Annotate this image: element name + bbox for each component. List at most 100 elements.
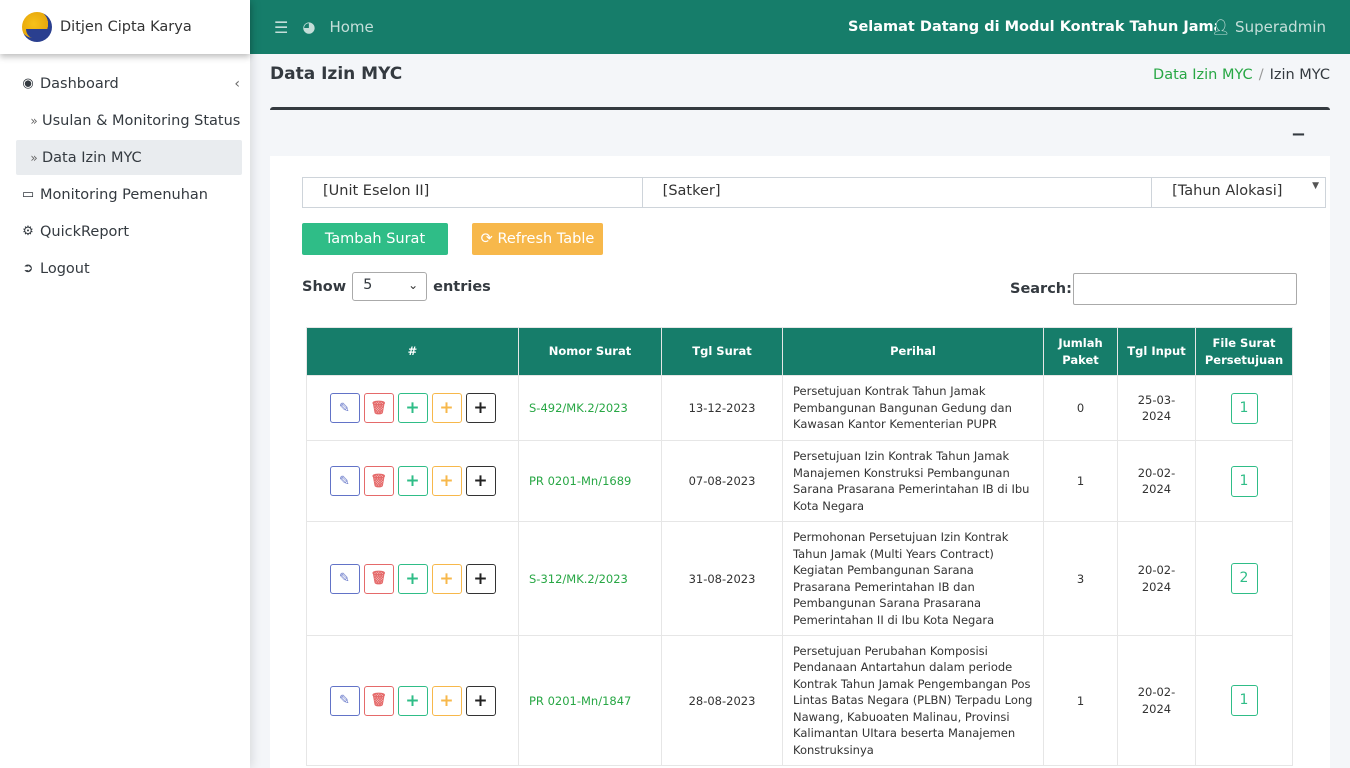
delete-button[interactable]: 🗑︎	[363, 393, 394, 423]
breadcrumb-link[interactable]: Data Izin MYC	[1153, 67, 1253, 83]
tambah-surat-button[interactable]: Tambah Surat	[302, 223, 448, 255]
cell-nomor-surat: PR 0201-Mn/1847	[518, 635, 662, 766]
cell-tgl-input: 20-02-2024	[1117, 635, 1196, 766]
entries-length-control: Show 5 ⌄ entries	[302, 272, 491, 301]
add-orange-button[interactable]: +	[431, 393, 462, 423]
cell-jumlah-paket: 0	[1043, 375, 1118, 441]
col-header-nomor-surat[interactable]: Nomor Surat	[518, 327, 662, 376]
cell-tgl-input: 20-02-2024	[1117, 440, 1196, 522]
breadcrumb: Data Izin MYC / Izin MYC	[1153, 67, 1330, 83]
refresh-icon: ⟳	[480, 231, 493, 247]
topbar: ☰ ◕ Home Selamat Datang di Modul Kontrak…	[250, 0, 1350, 54]
sidebar-item-data-izin-myc[interactable]: » Data Izin MYC	[16, 140, 242, 175]
table-row: ✎ 🗑︎ + + + PR 0201-Mn/1847 28-08-2023 Pe…	[306, 635, 1293, 766]
tahun-alokasi-value: [Tahun Alokasi]	[1172, 183, 1283, 199]
chevron-down-icon: ⌄	[408, 278, 419, 292]
search-input[interactable]	[1073, 273, 1297, 305]
cell-nomor-surat: S-492/MK.2/2023	[518, 375, 662, 441]
table-row: ✎ 🗑︎ + + + PR 0201-Mn/1689 07-08-2023 Pe…	[306, 440, 1293, 522]
table-row: ✎ 🗑︎ + + + S-492/MK.2/2023 13-12-2023 Pe…	[306, 375, 1293, 441]
sidebar-item-usulan[interactable]: » Usulan & Monitoring Status	[16, 103, 242, 138]
refresh-label: Refresh Table	[497, 231, 595, 247]
sidebar-nav: ◉ Dashboard ‹ » Usulan & Monitoring Stat…	[0, 54, 250, 286]
file-count-button[interactable]: 1	[1230, 392, 1258, 424]
cell-file-surat: 2	[1195, 521, 1293, 636]
sidebar-item-quickreport[interactable]: ⚙ QuickReport	[16, 214, 242, 249]
palette-icon[interactable]: ◕	[302, 18, 315, 36]
cell-tgl-surat: 31-08-2023	[661, 521, 783, 636]
show-label: Show	[302, 278, 347, 295]
add-dark-button[interactable]: +	[465, 563, 496, 594]
cell-tgl-surat: 07-08-2023	[661, 440, 783, 522]
sidebar-item-label: Monitoring Pemenuhan	[40, 186, 208, 203]
entries-select[interactable]: 5 ⌄	[352, 272, 428, 301]
cell-jumlah-paket: 1	[1043, 635, 1118, 766]
cell-file-surat: 1	[1195, 635, 1293, 766]
tahun-alokasi-select[interactable]: [Tahun Alokasi] ▼	[1152, 177, 1327, 208]
col-header-jumlah-paket[interactable]: Jumlah Paket	[1043, 327, 1118, 376]
user-icon: 👤︎	[1211, 18, 1231, 36]
home-link[interactable]: Home	[329, 18, 373, 36]
cell-perihal: Persetujuan Kontrak Tahun Jamak Pembangu…	[782, 375, 1044, 441]
izin-myc-table: # Nomor Surat Tgl Surat Perihal Jumlah P…	[306, 327, 1293, 766]
satker-select[interactable]: [Satker]	[642, 177, 1153, 208]
cell-jumlah-paket: 3	[1043, 521, 1118, 636]
filter-row: [Unit Eselon II] [Satker] [Tahun Alokasi…	[302, 177, 1327, 208]
brand-link[interactable]: Ditjen Cipta Karya	[0, 0, 250, 54]
add-orange-button[interactable]: +	[431, 563, 462, 594]
file-count-button[interactable]: 1	[1230, 465, 1258, 497]
col-header-file-surat[interactable]: File Surat Persetujuan	[1195, 327, 1293, 376]
cell-nomor-surat: PR 0201-Mn/1689	[518, 440, 662, 522]
edit-button[interactable]: ✎	[329, 563, 360, 594]
add-green-button[interactable]: +	[397, 466, 428, 496]
add-dark-button[interactable]: +	[465, 685, 496, 716]
add-orange-button[interactable]: +	[431, 685, 462, 716]
add-dark-button[interactable]: +	[465, 393, 496, 423]
file-count-button[interactable]: 2	[1230, 563, 1258, 594]
refresh-table-button[interactable]: ⟳ Refresh Table	[472, 223, 603, 255]
add-green-button[interactable]: +	[397, 393, 428, 423]
sidebar-item-label: Dashboard	[40, 75, 119, 92]
user-menu[interactable]: 👤︎ Superadmin	[1211, 18, 1326, 36]
table-row: ✎ 🗑︎ + + + S-312/MK.2/2023 31-08-2023 Pe…	[306, 521, 1293, 636]
cell-tgl-input: 25-03-2024	[1117, 375, 1196, 441]
add-green-button[interactable]: +	[397, 685, 428, 716]
cell-file-surat: 1	[1195, 440, 1293, 522]
sidebar-item-dashboard[interactable]: ◉ Dashboard ‹	[16, 66, 242, 101]
delete-button[interactable]: 🗑︎	[363, 563, 394, 594]
row-actions: ✎ 🗑︎ + + +	[306, 635, 519, 766]
sidebar-item-logout[interactable]: ➲ Logout	[16, 251, 242, 286]
col-header-perihal[interactable]: Perihal	[782, 327, 1044, 376]
angle-double-right-icon: »	[30, 113, 38, 128]
sidebar-item-monitoring-pemenuhan[interactable]: ▭ Monitoring Pemenuhan	[16, 177, 242, 212]
cell-nomor-surat: S-312/MK.2/2023	[518, 521, 662, 636]
file-count-button[interactable]: 1	[1230, 685, 1258, 716]
breadcrumb-current: Izin MYC	[1269, 67, 1330, 83]
chevron-left-icon: ‹	[234, 75, 240, 92]
brand-name: Ditjen Cipta Karya	[60, 19, 192, 35]
logout-icon: ➲	[22, 261, 34, 276]
cell-tgl-surat: 28-08-2023	[661, 635, 783, 766]
collapse-button[interactable]: −	[1291, 124, 1306, 145]
username: Superadmin	[1235, 18, 1326, 36]
delete-button[interactable]: 🗑︎	[363, 466, 394, 496]
edit-button[interactable]: ✎	[329, 685, 360, 716]
cell-tgl-input: 20-02-2024	[1117, 521, 1196, 636]
edit-button[interactable]: ✎	[329, 393, 360, 423]
add-orange-button[interactable]: +	[431, 466, 462, 496]
row-actions: ✎ 🗑︎ + + +	[306, 375, 519, 441]
cell-perihal: Persetujuan Izin Kontrak Tahun Jamak Man…	[782, 440, 1044, 522]
desktop-icon: ▭	[21, 187, 35, 202]
angle-double-right-icon: »	[30, 150, 38, 165]
add-dark-button[interactable]: +	[465, 466, 496, 496]
hamburger-menu-icon[interactable]: ☰	[274, 18, 288, 37]
add-green-button[interactable]: +	[397, 563, 428, 594]
unit-eselon-select[interactable]: [Unit Eselon II]	[302, 177, 643, 208]
col-header-number[interactable]: #	[306, 327, 519, 376]
edit-button[interactable]: ✎	[329, 466, 360, 496]
cell-perihal: Persetujuan Perubahan Komposisi Pendanaa…	[782, 635, 1044, 766]
col-header-tgl-surat[interactable]: Tgl Surat	[661, 327, 783, 376]
dashboard-icon: ◉	[22, 76, 34, 91]
delete-button[interactable]: 🗑︎	[363, 685, 394, 716]
col-header-tgl-input[interactable]: Tgl Input	[1117, 327, 1196, 376]
